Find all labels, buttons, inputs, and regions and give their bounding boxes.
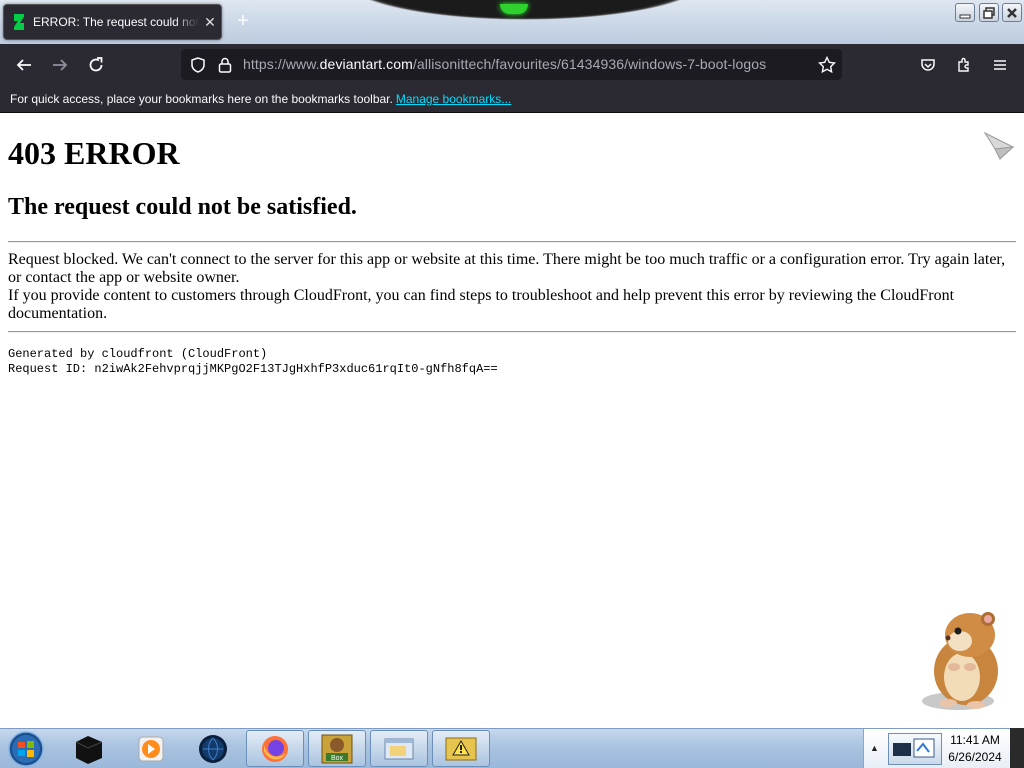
clock[interactable]: 11:41 AM 6/26/2024: [945, 732, 1005, 766]
title-bar: ERROR: The request could not be satisfie…: [0, 0, 1024, 44]
divider: [8, 241, 1016, 243]
clock-date: 6/26/2024: [948, 750, 1002, 764]
menu-button[interactable]: [987, 52, 1013, 78]
generated-by-text: Generated by cloudfront (CloudFront): [8, 347, 268, 361]
back-arrow-icon: [16, 59, 31, 71]
tab-close-icon[interactable]: ✕: [199, 14, 221, 31]
page-title: 403 ERROR: [8, 135, 180, 171]
bookmarks-toolbar: For quick access, place your bookmarks h…: [0, 85, 1024, 113]
media-player-icon: [138, 736, 164, 761]
folder-window-icon: [384, 738, 414, 759]
forward-button[interactable]: [47, 52, 73, 78]
pocket-button[interactable]: [915, 52, 941, 78]
request-id-text: Request ID: n2iwAk2FehvprqjjMKPgO2F13TJg…: [8, 362, 498, 376]
close-window-button[interactable]: [1002, 3, 1022, 22]
error-description: Request blocked. We can't connect to the…: [8, 251, 1013, 323]
back-button[interactable]: [11, 52, 37, 78]
box-app-icon: Box: [321, 734, 353, 763]
reload-icon: [89, 57, 103, 72]
deviantart-favicon-icon: [14, 14, 24, 30]
url-text[interactable]: https://www.deviantart.com/allisonittech…: [243, 56, 766, 72]
close-icon: [1007, 8, 1017, 18]
globe-icon: [199, 734, 227, 763]
minimize-button[interactable]: [955, 3, 975, 22]
restore-icon: [983, 7, 995, 19]
system-tray: ▲ 11:41 AM 6/26/2024: [863, 729, 1024, 768]
box-app-label: Box: [331, 755, 344, 762]
forward-arrow-icon: [53, 59, 68, 71]
taskbar-item-bonzi-box[interactable]: Box: [308, 730, 366, 767]
taskbar-item-media-player[interactable]: [122, 730, 180, 767]
firefox-icon: [262, 735, 288, 762]
page-content: 403 ERROR The request could not be satis…: [0, 113, 1024, 728]
title-bar-decoration: [325, 0, 725, 24]
reload-button[interactable]: [83, 52, 109, 78]
taskbar-item-warning-app[interactable]: [432, 730, 490, 767]
page-subtitle: The request could not be satisfied.: [8, 194, 357, 220]
error-paragraph: Request blocked. We can't connect to the…: [8, 251, 1006, 286]
tab-active[interactable]: ERROR: The request could not be satisfie…: [3, 4, 222, 40]
request-details: Generated by cloudfront (CloudFront) Requ…: [8, 347, 498, 377]
taskbar: Box ▲ 11:41 AM 6/26/2024: [0, 728, 1024, 768]
bookmark-star-icon[interactable]: [818, 56, 836, 74]
tray-app-button[interactable]: [888, 733, 942, 765]
taskbar-item-firefox[interactable]: [246, 730, 304, 767]
bookmarks-empty-message: For quick access, place your bookmarks h…: [10, 92, 512, 106]
hamster-desktop-pet-icon[interactable]: [918, 605, 1008, 713]
restore-button[interactable]: [979, 3, 999, 22]
taskbar-item-explorer[interactable]: [370, 730, 428, 767]
cloudfront-paragraph: If you provide content to customers thro…: [8, 287, 955, 322]
new-tab-button[interactable]: +: [232, 10, 254, 32]
taskbar-item-terminal[interactable]: [60, 730, 118, 767]
pocket-icon: [921, 59, 935, 71]
hamburger-menu-icon: [994, 60, 1006, 70]
lock-icon[interactable]: [218, 57, 232, 73]
navigation-toolbar: https://www.deviantart.com/allisonittech…: [0, 44, 1024, 85]
taskbar-item-globe[interactable]: [184, 730, 242, 767]
tray-expand-icon[interactable]: ▲: [870, 743, 879, 753]
black-box-icon: [75, 735, 103, 764]
clock-time: 11:41 AM: [950, 733, 1000, 747]
extensions-button[interactable]: [951, 52, 977, 78]
manage-bookmarks-link[interactable]: Manage bookmarks...: [396, 92, 511, 106]
divider: [8, 331, 1016, 333]
tab-title: ERROR: The request could not be satisfie…: [33, 15, 199, 29]
url-bar[interactable]: https://www.deviantart.com/allisonittech…: [181, 49, 842, 80]
network-monitor-icon: [893, 738, 935, 758]
start-button-icon[interactable]: [6, 730, 46, 768]
show-desktop-button[interactable]: [1010, 728, 1024, 768]
paper-plane-icon[interactable]: [983, 131, 1015, 161]
minimize-icon: [959, 14, 971, 19]
extensions-icon: [958, 57, 969, 72]
warning-app-icon: [445, 737, 477, 760]
tracking-protection-icon[interactable]: [190, 57, 206, 73]
